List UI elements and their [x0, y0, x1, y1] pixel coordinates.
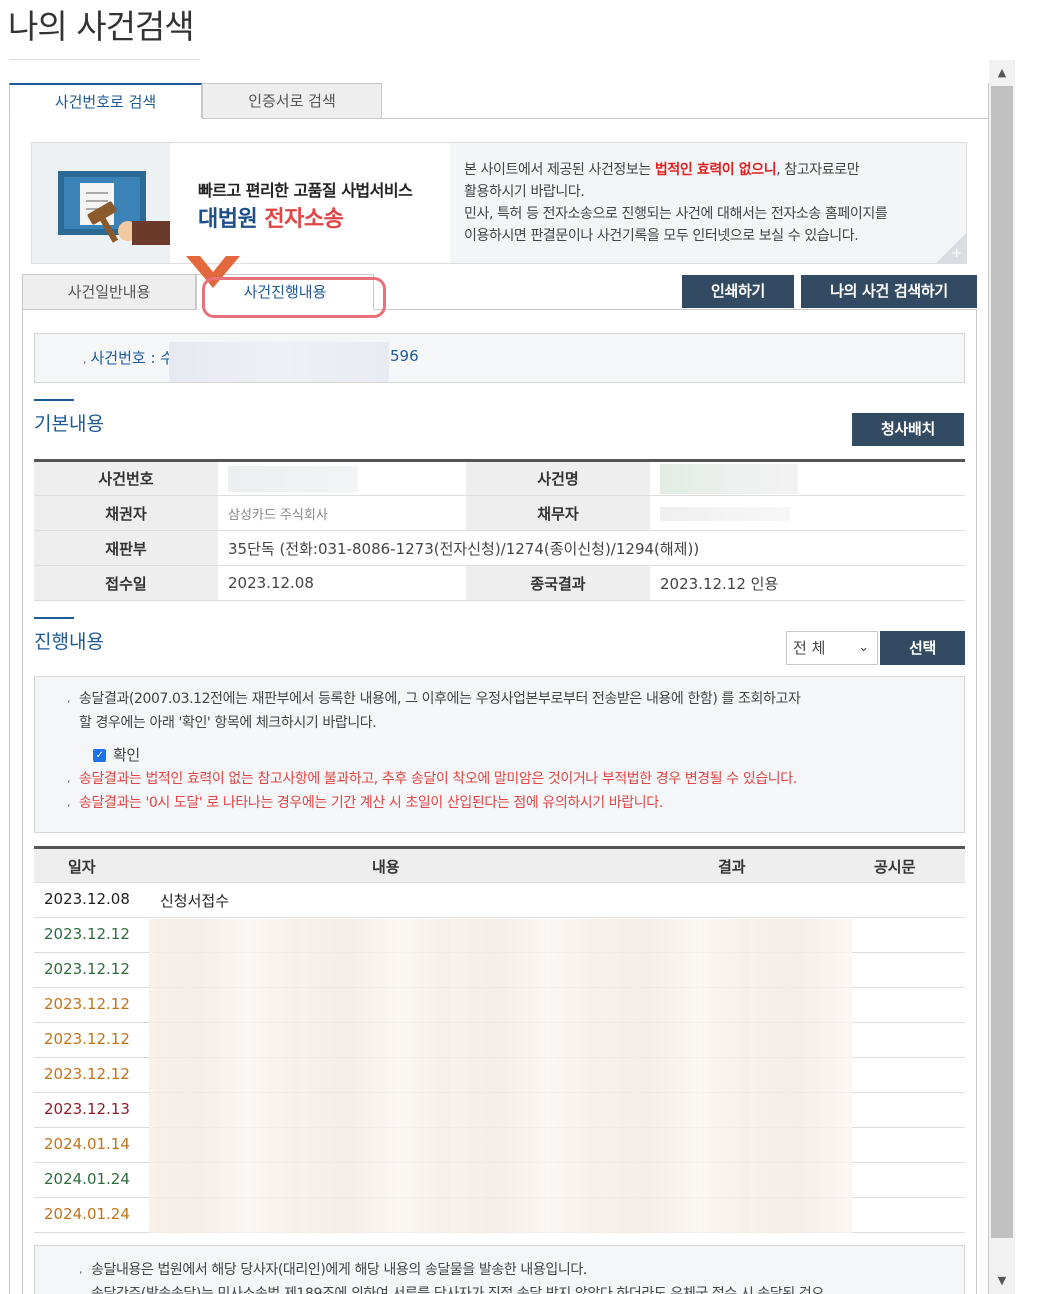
brand-e-litigation: 전자소송 [264, 207, 344, 232]
case-number-suffix: 596 [390, 347, 419, 365]
col-notice: 공시문 [874, 858, 916, 876]
tab-search-by-certificate[interactable]: 인증서로 검색 [202, 83, 382, 119]
filter-select-button[interactable]: 선택 [880, 631, 965, 665]
row-date: 2024.01.24 [44, 1170, 130, 1188]
label-debtor: 채무자 [466, 495, 650, 531]
progress-heading: 진행내용 [34, 631, 104, 653]
redacted-block [660, 463, 798, 494]
confirm-label: 확인 [113, 746, 140, 764]
row-content: 신청서접수 [160, 892, 230, 910]
row-date: 2023.12.12 [44, 960, 130, 978]
vertical-scrollbar[interactable]: ▲ ▼ [989, 60, 1015, 1294]
brand-supreme-court: 대법원 [198, 207, 258, 232]
redacted-block [228, 465, 358, 492]
basic-info-table: 사건번호 사건명 채권자 삼성카드 주식회사 채무자 재판부 35단독 (전화:… [34, 459, 965, 601]
banner-slogan: 빠르고 편리한 고품질 사법서비스 [198, 181, 413, 200]
court-gavel-illustration [32, 143, 170, 263]
bullet-icon: , [79, 1263, 83, 1276]
redacted-block [169, 342, 389, 382]
banner-brand: 대법원 전자소송 [198, 201, 344, 233]
print-button[interactable]: 인쇄하기 [682, 275, 794, 308]
row-date: 2023.12.12 [44, 1065, 130, 1083]
label-court-division: 재판부 [34, 530, 218, 566]
court-division-value: 35단독 (전화:031-8086-1273(전자신청)/1274(종이신청)/… [218, 530, 965, 566]
scroll-thumb[interactable] [991, 86, 1013, 1238]
building-map-button[interactable]: 청사배치 [852, 413, 964, 446]
tab-search-by-case-number[interactable]: 사건번호로 검색 [9, 83, 202, 119]
table-row: 2023.12.08 신청서접수 [34, 883, 965, 918]
tab-case-general[interactable]: 사건일반내용 [22, 274, 196, 310]
chevron-down-icon: ⌄ [858, 640, 869, 655]
redacted-block [660, 506, 790, 521]
title-divider [10, 59, 200, 60]
delivery-notice-box: , 송달결과(2007.03.12전에는 재판부에서 등록한 내용에, 그 이후에… [34, 676, 965, 833]
row-date: 2023.12.08 [44, 890, 130, 908]
creditor-value: 삼성카드 주식회사 [218, 495, 466, 531]
label-received-date: 접수일 [34, 565, 218, 601]
row-date: 2023.12.13 [44, 1100, 130, 1118]
row-date: 2023.12.12 [44, 1030, 130, 1048]
highlight-ring [202, 277, 386, 318]
col-content: 내용 [372, 858, 400, 876]
legal-effect-warning: 법적인 효력이 없으니 [654, 162, 777, 178]
case-number-box: , 사건번호 : 수 596 [34, 333, 965, 383]
row-date: 2023.12.12 [44, 925, 130, 943]
row-date: 2023.12.12 [44, 995, 130, 1013]
bullet-icon: , [67, 772, 71, 785]
page-title: 나의 사건검색 [8, 7, 195, 46]
notice-banner: 빠르고 편리한 고품질 사법서비스 대법원 전자소송 본 사이트에서 제공된 사… [31, 142, 967, 264]
label-creditor: 채권자 [34, 495, 218, 531]
bullet-icon: , [67, 796, 71, 809]
progress-table: 일자 내용 결과 공시문 2023.12.08 신청서접수 2023.12.12 20… [34, 846, 965, 1233]
confirm-checkbox-row[interactable]: ✓ 확인 [93, 743, 946, 767]
bullet-icon: , [67, 692, 71, 705]
scroll-down-icon[interactable]: ▼ [989, 1268, 1015, 1294]
label-final-result: 종국결과 [466, 565, 650, 601]
col-date: 일자 [68, 858, 96, 876]
delivery-info-box: , 송달내용은 법원에서 해당 당사자(대리인)에게 해당 내용의 송달물을 발송… [34, 1245, 965, 1294]
final-result-value: 2023.12.12 인용 [650, 565, 965, 601]
bullet-icon: , [83, 353, 87, 366]
label-case-name: 사건명 [466, 460, 650, 496]
confirm-checkbox[interactable]: ✓ [93, 748, 106, 762]
redacted-block [149, 919, 852, 1233]
received-date-value: 2023.12.08 [218, 565, 466, 601]
basic-info-heading: 기본내용 [34, 413, 104, 435]
my-case-search-button[interactable]: 나의 사건 검색하기 [801, 275, 977, 308]
row-date: 2024.01.14 [44, 1135, 130, 1153]
case-number-label: 사건번호 : 수 [90, 349, 175, 367]
progress-table-header: 일자 내용 결과 공시문 [34, 849, 965, 883]
scroll-up-icon[interactable]: ▲ [989, 60, 1015, 86]
plus-icon[interactable]: + [951, 246, 962, 261]
banner-notice-text: 본 사이트에서 제공된 사건정보는 법적인 효력이 없으니, 참고자료로만 활용… [464, 162, 888, 244]
col-result: 결과 [718, 858, 746, 876]
label-case-number: 사건번호 [34, 460, 218, 496]
progress-filter-select[interactable]: 전 체 ⌄ [786, 631, 878, 665]
row-date: 2024.01.24 [44, 1205, 130, 1223]
section-bar [34, 399, 74, 401]
